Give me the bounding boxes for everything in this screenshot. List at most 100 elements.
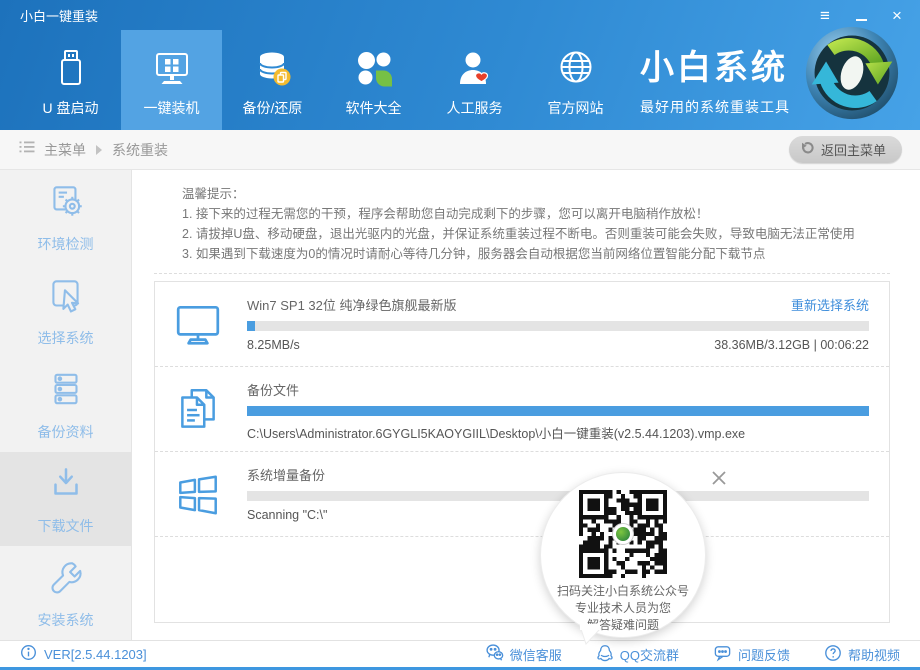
sidebar-item-download-files[interactable]: 下载文件 bbox=[0, 452, 131, 546]
nav-item-one-click-install[interactable]: 一键装机 bbox=[121, 30, 222, 130]
reselect-system-link[interactable]: 重新选择系统 bbox=[791, 295, 869, 314]
nav-item-backup-restore[interactable]: 备份/还原 bbox=[222, 30, 323, 130]
brand-name: 小白系统 bbox=[640, 40, 790, 89]
backup-restore-icon bbox=[251, 42, 295, 96]
breadcrumb-bar: 主菜单 系统重装 返回主菜单 bbox=[0, 130, 920, 170]
download-speed: 8.25MB/s bbox=[247, 338, 300, 356]
qr-code bbox=[579, 490, 667, 578]
sidebar-item-label: 备份资料 bbox=[38, 422, 94, 442]
sidebar: 环境检测 选择系统 bbox=[0, 170, 132, 640]
qr-caption: 扫码关注小白系统公众号 专业技术人员为您 解答疑难问题 bbox=[541, 583, 705, 634]
back-to-main-menu-button[interactable]: 返回主菜单 bbox=[789, 136, 902, 163]
incremental-status: Scanning "C:\" bbox=[247, 508, 327, 526]
empty-section bbox=[155, 536, 889, 622]
person-service-icon bbox=[453, 42, 497, 96]
info-icon bbox=[20, 644, 37, 664]
qr-caption-line: 专业技术人员为您 bbox=[541, 600, 705, 617]
monitor-install-icon bbox=[150, 42, 194, 96]
progress-panel: Win7 SP1 32位 纯净绿色旗舰最新版 重新选择系统 8.25MB/s 3… bbox=[154, 281, 890, 623]
qr-bubble: 扫码关注小白系统公众号 专业技术人员为您 解答疑难问题 bbox=[540, 472, 706, 638]
sidebar-item-install-system[interactable]: 安装系统 bbox=[0, 546, 131, 640]
tips-line: 1. 接下来的过程无需您的干预，程序会帮助您自动完成剩下的步骤，您可以离开电脑稍… bbox=[182, 204, 890, 224]
download-progress-fill bbox=[247, 321, 255, 331]
app-window: 小白一键重装 ≡ × U 盘启动 bbox=[0, 0, 920, 670]
tips-block: 温馨提示： 1. 接下来的过程无需您的干预，程序会帮助您自动完成剩下的步骤，您可… bbox=[182, 184, 890, 264]
incremental-title: 系统增量备份 bbox=[247, 465, 325, 484]
download-files-icon bbox=[45, 462, 87, 507]
tips-line: 2. 请拔掉U盘、移动硬盘，退出光驱内的光盘，并保证系统重装过程不断电。否则重装… bbox=[182, 224, 890, 244]
sidebar-item-label: 安装系统 bbox=[38, 610, 94, 630]
back-button-label: 返回主菜单 bbox=[821, 140, 886, 159]
monitor-icon bbox=[173, 294, 223, 356]
main-content: 温馨提示： 1. 接下来的过程无需您的干预，程序会帮助您自动完成剩下的步骤，您可… bbox=[132, 170, 920, 640]
sidebar-item-env-check[interactable]: 环境检测 bbox=[0, 170, 131, 264]
download-stats: 38.36MB/3.12GB | 00:06:22 bbox=[714, 338, 869, 356]
documents-icon bbox=[173, 379, 223, 441]
nav-item-software[interactable]: 软件大全 bbox=[323, 30, 424, 130]
usb-drive-icon bbox=[49, 42, 93, 96]
qr-popup: 扫码关注小白系统公众号 专业技术人员为您 解答疑难问题 bbox=[540, 472, 708, 660]
backup-file-title: 备份文件 bbox=[247, 380, 299, 399]
backup-progressbar bbox=[247, 406, 869, 416]
nav-label: 官方网站 bbox=[548, 98, 604, 118]
help-icon bbox=[824, 644, 842, 665]
feedback-bubble-icon bbox=[713, 643, 732, 665]
brand: 小白系统 最好用的系统重装工具 bbox=[640, 40, 790, 117]
footer-link-label: 帮助视频 bbox=[848, 645, 900, 664]
divider bbox=[154, 273, 890, 274]
version-label: VER[2.5.44.1203] bbox=[44, 647, 147, 662]
nav-label: 软件大全 bbox=[346, 98, 402, 118]
titlebar: 小白一键重装 ≡ × bbox=[0, 0, 920, 30]
qr-close-icon[interactable] bbox=[710, 469, 728, 487]
qr-bubble-tail bbox=[578, 624, 602, 646]
nav-label: 一键装机 bbox=[144, 98, 200, 118]
nav-item-usb-boot[interactable]: U 盘启动 bbox=[20, 30, 121, 130]
breadcrumb-root[interactable]: 主菜单 bbox=[44, 140, 86, 160]
install-system-icon bbox=[45, 556, 87, 601]
nav-item-service[interactable]: 人工服务 bbox=[424, 30, 525, 130]
sidebar-item-label: 选择系统 bbox=[38, 328, 94, 348]
sidebar-item-label: 下载文件 bbox=[38, 516, 94, 536]
backup-file-section: 备份文件 C:\Users\Administrator.6GYGLI5KAOYG… bbox=[155, 366, 889, 451]
status-bar: VER[2.5.44.1203] 微信客服 bbox=[0, 640, 920, 670]
download-title: Win7 SP1 32位 纯净绿色旗舰最新版 bbox=[247, 295, 457, 314]
nav-label: U 盘启动 bbox=[43, 98, 99, 118]
breadcrumb-current: 系统重装 bbox=[112, 140, 168, 160]
software-clover-icon bbox=[352, 42, 396, 96]
feedback-link[interactable]: 问题反馈 bbox=[713, 643, 790, 665]
help-video-link[interactable]: 帮助视频 bbox=[824, 643, 900, 665]
backup-progress-fill bbox=[247, 406, 869, 416]
backup-data-icon bbox=[45, 368, 87, 413]
list-icon bbox=[18, 138, 36, 161]
qr-caption-line: 扫码关注小白系统公众号 bbox=[541, 583, 705, 600]
incremental-backup-section: 系统增量备份 Scanning "C:\" bbox=[155, 451, 889, 536]
menu-icon[interactable]: ≡ bbox=[816, 6, 834, 24]
breadcrumb-separator-icon bbox=[96, 145, 102, 155]
brand-logo-icon bbox=[804, 25, 900, 121]
nav-label: 人工服务 bbox=[447, 98, 503, 118]
windows-logo-icon bbox=[173, 464, 223, 526]
footer-link-label: 问题反馈 bbox=[738, 645, 790, 664]
version-info: VER[2.5.44.1203] bbox=[20, 644, 147, 664]
qr-center-logo-icon bbox=[612, 523, 634, 545]
nav-item-website[interactable]: 官方网站 bbox=[525, 30, 626, 130]
back-arrow-icon bbox=[799, 141, 814, 159]
download-progressbar bbox=[247, 321, 869, 331]
sidebar-item-select-system[interactable]: 选择系统 bbox=[0, 264, 131, 358]
tips-line: 3. 如果遇到下载速度为0的情况时请耐心等待几分钟，服务器会自动根据您当前网络位… bbox=[182, 244, 890, 264]
minimize-icon[interactable] bbox=[852, 6, 870, 24]
tips-title: 温馨提示： bbox=[182, 184, 890, 204]
window-title: 小白一键重装 bbox=[20, 6, 98, 25]
close-window-icon[interactable]: × bbox=[888, 6, 906, 24]
select-system-icon bbox=[45, 274, 87, 319]
environment-check-icon bbox=[45, 180, 87, 225]
wechat-icon bbox=[485, 643, 504, 665]
qr-caption-line: 解答疑难问题 bbox=[541, 617, 705, 634]
sidebar-item-label: 环境检测 bbox=[38, 234, 94, 254]
brand-tagline: 最好用的系统重装工具 bbox=[640, 97, 790, 117]
globe-website-icon bbox=[554, 42, 598, 96]
sidebar-item-backup-data[interactable]: 备份资料 bbox=[0, 358, 131, 452]
nav-label: 备份/还原 bbox=[243, 98, 303, 118]
header: 小白一键重装 ≡ × U 盘启动 bbox=[0, 0, 920, 130]
backup-file-path: C:\Users\Administrator.6GYGLI5KAOYGIIL\D… bbox=[247, 423, 745, 441]
